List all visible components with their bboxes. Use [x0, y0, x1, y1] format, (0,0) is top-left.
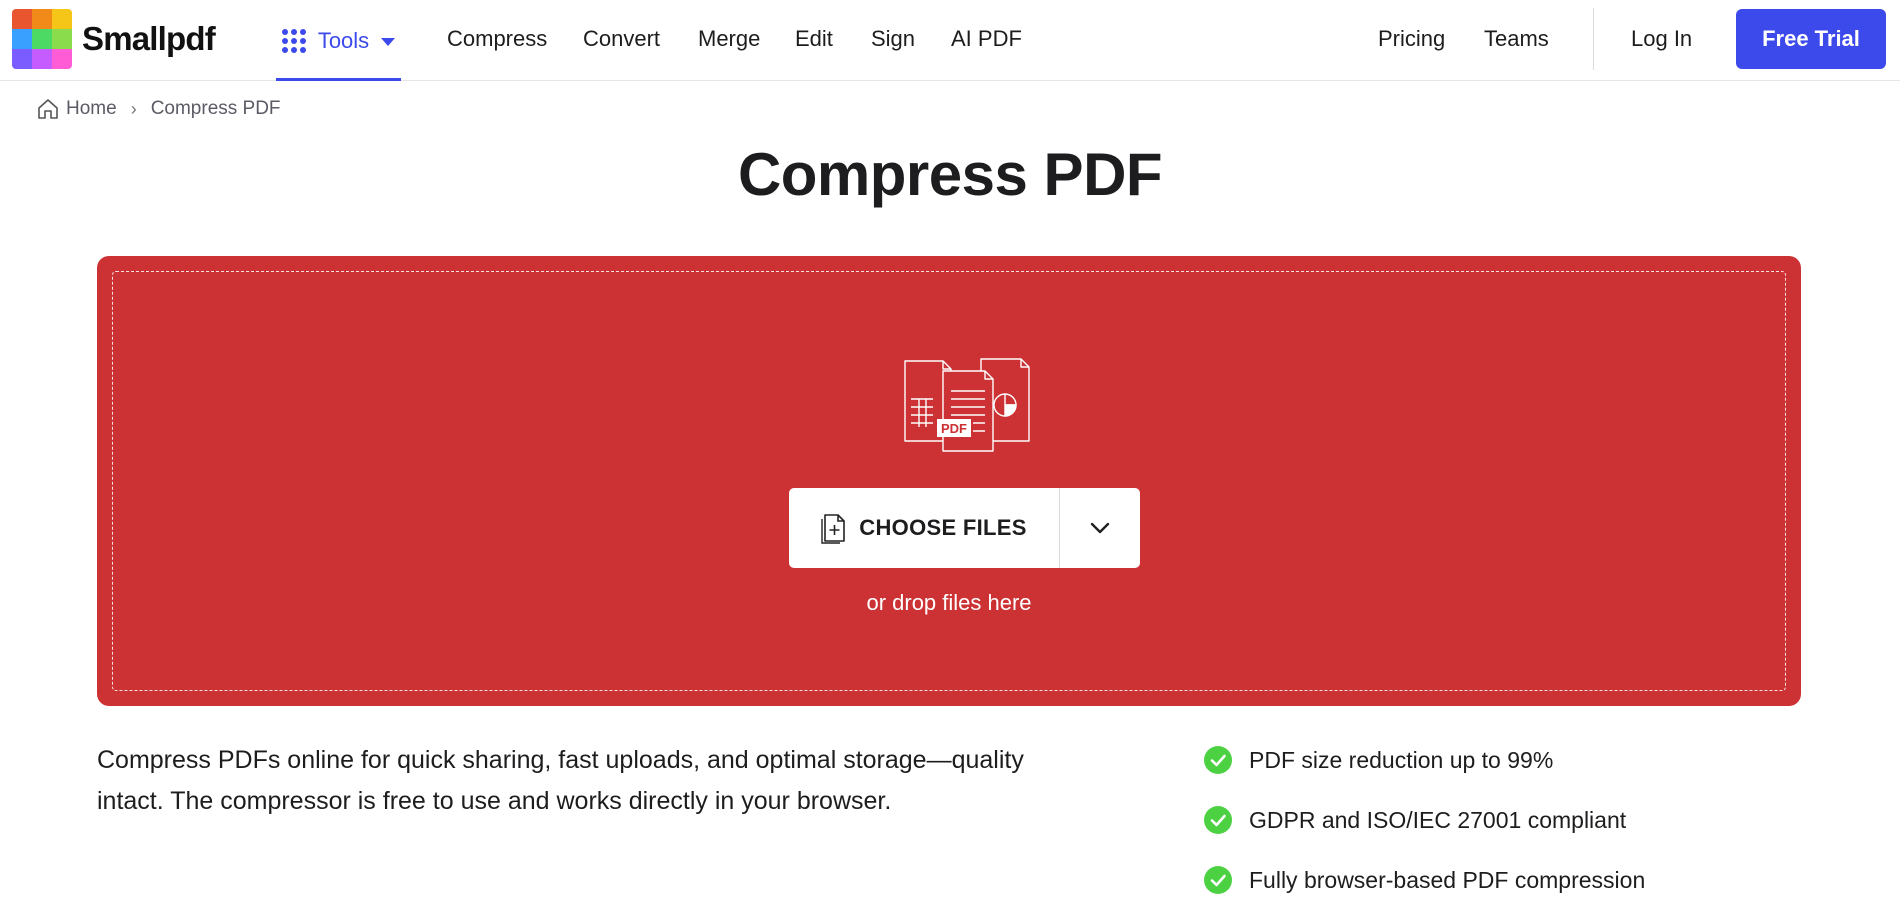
caret-down-icon — [381, 37, 396, 46]
breadcrumb-separator: › — [130, 98, 137, 119]
check-circle-icon — [1204, 866, 1232, 894]
feature-label: GDPR and ISO/IEC 27001 compliant — [1249, 806, 1627, 833]
home-icon — [38, 99, 58, 119]
check-circle-icon — [1204, 806, 1232, 834]
nav-compress[interactable]: Compress — [447, 0, 547, 78]
feature-label: PDF size reduction up to 99% — [1249, 746, 1554, 773]
brand-name: Smallpdf — [82, 20, 216, 57]
file-dropzone[interactable]: PDF CHOOSE FILES or drop files here — [97, 256, 1801, 706]
feature-list: PDF size reduction up to 99% GDPR and IS… — [1204, 740, 1645, 920]
nav-sign[interactable]: Sign — [871, 0, 915, 78]
feature-item: GDPR and ISO/IEC 27001 compliant — [1204, 800, 1645, 840]
choose-files-button-group: CHOOSE FILES — [789, 488, 1140, 568]
file-add-icon — [821, 514, 846, 544]
tools-label: Tools — [317, 27, 370, 53]
nav-edit[interactable]: Edit — [795, 0, 833, 78]
breadcrumb-current: Compress PDF — [150, 98, 281, 119]
choose-files-button[interactable]: CHOOSE FILES — [789, 488, 1060, 568]
nav-convert[interactable]: Convert — [583, 0, 660, 78]
feature-label: Fully browser-based PDF compression — [1249, 866, 1646, 893]
dropzone-dashed-border: PDF CHOOSE FILES or drop files here — [112, 271, 1786, 691]
smallpdf-logo[interactable]: Smallpdf — [12, 9, 216, 69]
nav-pricing[interactable]: Pricing — [1378, 0, 1445, 78]
breadcrumb-home[interactable]: Home — [66, 98, 117, 120]
chevron-down-icon — [1090, 522, 1110, 534]
free-trial-button[interactable]: Free Trial — [1736, 9, 1886, 69]
tools-menu-button[interactable]: Tools — [276, 0, 401, 81]
top-navigation: Smallpdf Tools Compress Convert Merge Ed… — [0, 0, 1900, 81]
nav-teams[interactable]: Teams — [1484, 0, 1549, 78]
drop-hint-text: or drop files here — [866, 590, 1032, 615]
files-illustration-icon: PDF — [904, 358, 1030, 452]
grid-icon — [281, 28, 306, 53]
choose-files-label: CHOOSE FILES — [859, 515, 1027, 540]
tool-description: Compress PDFs online for quick sharing, … — [97, 746, 1024, 815]
nav-ai-pdf[interactable]: AI PDF — [951, 0, 1022, 78]
feature-item: Fully browser-based PDF compression — [1204, 860, 1645, 900]
choose-source-dropdown[interactable] — [1060, 488, 1140, 568]
smallpdf-logo-icon — [12, 9, 72, 69]
pdf-badge-text: PDF — [941, 421, 967, 436]
login-link[interactable]: Log In — [1631, 0, 1692, 78]
nav-divider — [1593, 8, 1594, 70]
feature-item: PDF size reduction up to 99% — [1204, 740, 1645, 780]
check-circle-icon — [1204, 746, 1232, 774]
nav-merge[interactable]: Merge — [698, 0, 760, 78]
page-title: Compress PDF — [737, 141, 1163, 208]
breadcrumb: Home › Compress PDF — [36, 96, 281, 122]
